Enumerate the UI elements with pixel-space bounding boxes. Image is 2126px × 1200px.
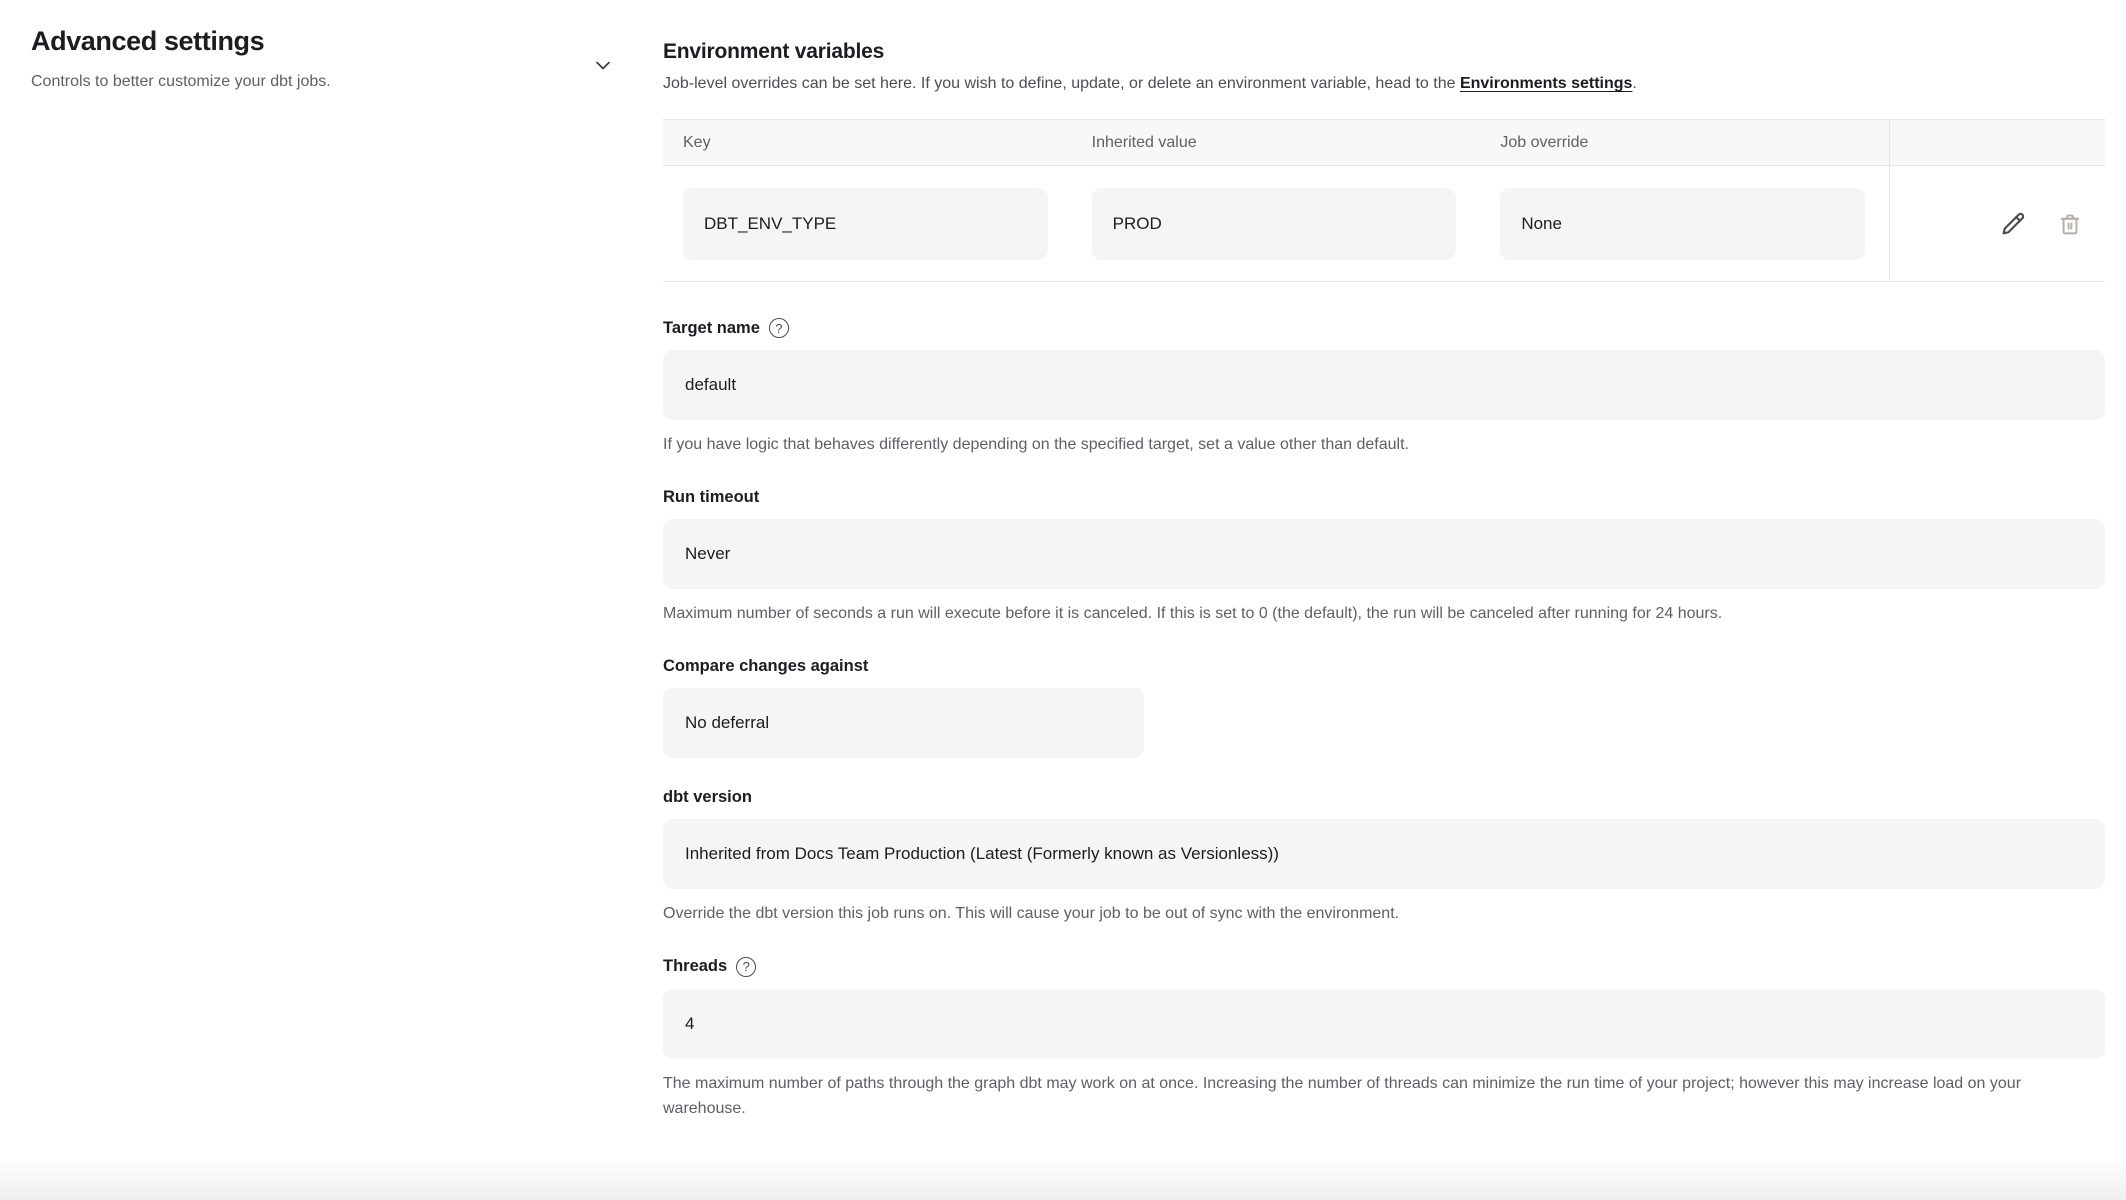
column-header-job-override: Job override xyxy=(1480,134,1889,152)
threads-label-row: Threads ? xyxy=(663,957,2105,977)
dbt-version-label-row: dbt version xyxy=(663,788,2105,807)
target-name-helper: If you have logic that behaves different… xyxy=(663,433,2105,458)
run-timeout-input[interactable] xyxy=(663,519,2105,589)
env-vars-description-text: Job-level overrides can be set here. If … xyxy=(663,75,1460,92)
edit-env-var-button[interactable] xyxy=(1998,209,2028,239)
settings-summary-header: Advanced settings Controls to better cus… xyxy=(31,25,627,93)
threads-input[interactable] xyxy=(663,989,2105,1059)
target-name-input[interactable] xyxy=(663,350,2105,420)
advanced-settings-form: Environment variables Job-level override… xyxy=(663,0,2126,1200)
field-threads: Threads ? The maximum number of paths th… xyxy=(663,957,2105,1122)
column-header-actions xyxy=(1889,120,2105,165)
page-title: Advanced settings xyxy=(31,25,331,59)
target-name-label: Target name xyxy=(663,319,760,338)
env-var-override-value: None xyxy=(1500,188,1865,260)
settings-summary-text: Advanced settings Controls to better cus… xyxy=(31,25,331,93)
run-timeout-label-row: Run timeout xyxy=(663,488,2105,507)
env-var-override-cell: None xyxy=(1480,166,1889,282)
settings-summary-panel: Advanced settings Controls to better cus… xyxy=(0,0,663,1200)
threads-label: Threads xyxy=(663,957,727,976)
compare-changes-label-row: Compare changes against xyxy=(663,657,2105,676)
environments-settings-link[interactable]: Environments settings xyxy=(1460,75,1632,92)
column-header-key: Key xyxy=(663,134,1072,152)
compare-changes-label: Compare changes against xyxy=(663,657,868,676)
trash-icon xyxy=(2056,210,2084,238)
pencil-icon xyxy=(1998,209,2028,239)
column-header-inherited-value: Inherited value xyxy=(1072,134,1481,152)
env-vars-table-header: Key Inherited value Job override xyxy=(663,120,2105,166)
env-vars-description-period: . xyxy=(1632,75,1636,92)
field-dbt-version: dbt version Override the dbt version thi… xyxy=(663,788,2105,927)
env-var-inherited-value: PROD xyxy=(1092,188,1457,260)
field-target-name: Target name ? If you have logic that beh… xyxy=(663,318,2105,458)
env-vars-description: Job-level overrides can be set here. If … xyxy=(663,73,2105,95)
env-vars-table: Key Inherited value Job override DBT_ENV… xyxy=(663,119,2105,282)
run-timeout-helper: Maximum number of seconds a run will exe… xyxy=(663,602,2105,627)
threads-helper: The maximum number of paths through the … xyxy=(663,1072,2105,1122)
compare-changes-input[interactable] xyxy=(663,688,1144,758)
dbt-version-input[interactable] xyxy=(663,819,2105,889)
dbt-version-label: dbt version xyxy=(663,788,752,807)
page-subtitle: Controls to better customize your dbt jo… xyxy=(31,71,331,93)
env-var-actions-cell xyxy=(1889,166,2105,282)
target-name-label-row: Target name ? xyxy=(663,318,2105,338)
delete-env-var-button[interactable] xyxy=(2056,210,2084,238)
help-circle-icon[interactable]: ? xyxy=(769,318,789,338)
env-var-key-cell: DBT_ENV_TYPE xyxy=(663,166,1072,282)
env-var-key-value: DBT_ENV_TYPE xyxy=(683,188,1048,260)
run-timeout-label: Run timeout xyxy=(663,488,759,507)
chevron-down-icon xyxy=(591,53,615,77)
env-vars-section-title: Environment variables xyxy=(663,40,2105,64)
dbt-version-helper: Override the dbt version this job runs o… xyxy=(663,902,2105,927)
env-var-inherited-cell: PROD xyxy=(1072,166,1481,282)
advanced-settings-page: Advanced settings Controls to better cus… xyxy=(0,0,2126,1200)
field-run-timeout: Run timeout Maximum number of seconds a … xyxy=(663,488,2105,627)
field-compare-changes: Compare changes against xyxy=(663,657,2105,758)
help-circle-icon[interactable]: ? xyxy=(736,957,756,977)
collapse-section-button[interactable] xyxy=(589,51,617,79)
table-row: DBT_ENV_TYPE PROD None xyxy=(663,166,2105,282)
